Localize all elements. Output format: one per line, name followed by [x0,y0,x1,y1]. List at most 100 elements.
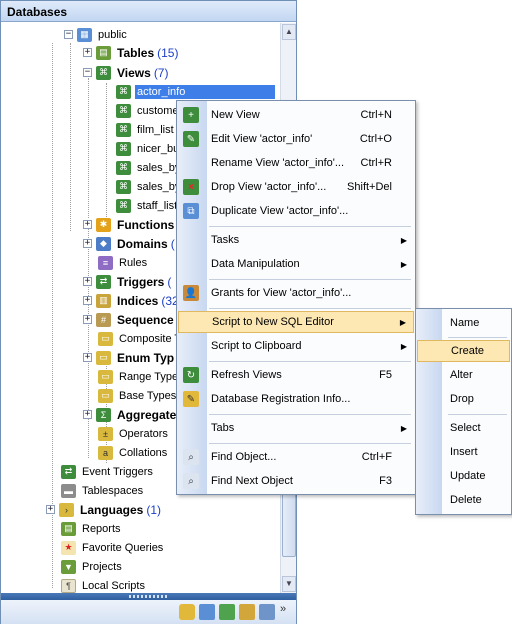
event-triggers-icon: ⇄ [61,464,76,479]
menu-item-grants[interactable]: 👤 Grants for View 'actor_info'... [178,282,414,304]
submenu-arrow-icon: ▶ [399,317,406,327]
filter-icon[interactable] [219,604,235,620]
tree-node-aggregates[interactable]: + Σ Aggregate [83,405,178,424]
menu-item-database-registration-info[interactable]: ✎ Database Registration Info... [178,388,414,410]
view-icon: ⌘ [116,141,131,156]
tree-node-composite-types[interactable]: ▭ Composite T [98,329,183,348]
menu-item-script-to-new-sql-editor[interactable]: Script to New SQL Editor ▶ [178,311,414,333]
menu-item-refresh-views[interactable]: ↻ Refresh Views F5 [178,364,414,386]
script-submenu: Name Create Alter Drop Select Insert Upd… [415,308,512,515]
tree-node-event-triggers[interactable]: ⇄ Event Triggers [61,462,155,481]
tree-node-projects[interactable]: ▼ Projects [61,557,124,576]
refresh-icon: ↻ [183,367,199,383]
collapse-icon[interactable]: − [83,68,92,77]
tree-node-views[interactable]: − ⌘ Views (7) [83,63,170,82]
find-icon: ⌕ [183,449,199,465]
menu-item-tabs[interactable]: Tabs ▶ [178,417,414,439]
table-icon[interactable] [239,604,255,620]
new-view-icon: + [183,107,199,123]
tree-node-languages[interactable]: + › Languages (1) [46,500,163,519]
grid-icon[interactable] [259,604,275,620]
collapse-icon[interactable]: − [64,30,73,39]
tree-node-triggers[interactable]: + ⇄ Triggers( [83,272,173,291]
submenu-item-alter[interactable]: Alter [417,364,510,386]
menu-item-duplicate-view[interactable]: ⧉ Duplicate View 'actor_info'... [178,200,414,222]
tree-node-domains[interactable]: + ◆ Domains( [83,234,177,253]
script-icon: ¶ [61,578,76,593]
indices-icon: ▥ [96,293,111,308]
chevron-more-icon[interactable]: » [280,603,286,615]
menu-item-edit-view[interactable]: ✎ Edit View 'actor_info' Ctrl+O [178,128,414,150]
submenu-item-name[interactable]: Name [417,312,510,334]
expand-icon[interactable]: + [83,296,92,305]
aggregates-icon: Σ [96,407,111,422]
submenu-item-select[interactable]: Select [417,417,510,439]
tree-node-reports[interactable]: ▤ Reports [61,519,123,538]
menu-item-new-view[interactable]: + New View Ctrl+N [178,104,414,126]
submenu-arrow-icon: ▶ [400,259,407,269]
tree-node-tables[interactable]: + ▤ Tables (15) [83,43,180,62]
expand-icon[interactable]: + [83,353,92,362]
composite-type-icon: ▭ [98,331,113,346]
operators-icon: ± [98,426,113,441]
expand-icon[interactable]: + [83,277,92,286]
scroll-up-icon[interactable]: ▲ [282,24,296,40]
context-menu: + New View Ctrl+N ✎ Edit View 'actor_inf… [176,100,416,495]
expand-icon[interactable]: + [46,505,55,514]
submenu-item-create[interactable]: Create [417,340,510,362]
tree-node-range-types[interactable]: ▭ Range Type [98,367,180,386]
rules-icon: ≡ [98,255,113,270]
tree-node-collations[interactable]: a Collations [98,443,169,462]
tree-node-base-types[interactable]: ▭ Base Types [98,386,178,405]
splitter-bar[interactable] [1,593,296,600]
sequences-icon: # [96,312,111,327]
find-next-icon: ⌕ [183,473,199,489]
tree-node-tablespaces[interactable]: ▬ Tablespaces [61,481,145,500]
grants-icon: 👤 [183,285,199,301]
projects-icon: ▼ [61,559,76,574]
duplicate-view-icon: ⧉ [183,203,199,219]
submenu-item-insert[interactable]: Insert [417,441,510,463]
menu-item-drop-view[interactable]: × Drop View 'actor_info'... Shift+Del [178,176,414,198]
submenu-item-update[interactable]: Update [417,465,510,487]
windows-icon[interactable] [199,604,215,620]
view-icon: ⌘ [116,84,131,99]
expand-icon[interactable]: + [83,315,92,324]
bottom-toolbar: » [1,600,296,624]
drop-view-icon: × [183,179,199,195]
tree-view-item[interactable]: ⌘ actor_info [116,82,275,101]
menu-item-data-manipulation[interactable]: Data Manipulation ▶ [178,253,414,275]
tree-node-public[interactable]: − ▦ public [64,25,129,44]
tree-node-enum-types[interactable]: + ▭ Enum Typ [83,348,176,367]
expand-icon[interactable]: + [83,239,92,248]
view-icon: ⌘ [116,179,131,194]
menu-item-rename-view[interactable]: Rename View 'actor_info'... Ctrl+R [178,152,414,174]
tree-node-favorite-queries[interactable]: ★ Favorite Queries [61,538,165,557]
registration-icon: ✎ [183,391,199,407]
expand-icon[interactable]: + [83,410,92,419]
tree-node-functions[interactable]: + ✱ Functions( [83,215,183,234]
menu-item-tasks[interactable]: Tasks ▶ [178,229,414,251]
expand-icon[interactable]: + [83,48,92,57]
menu-item-find-object[interactable]: ⌕ Find Object... Ctrl+F [178,446,414,468]
tree-node-operators[interactable]: ± Operators [98,424,170,443]
panel-title: Databases [1,1,296,22]
reports-icon: ▤ [61,521,76,536]
view-icon: ⌘ [116,122,131,137]
submenu-item-delete[interactable]: Delete [417,489,510,511]
menu-item-find-next-object[interactable]: ⌕ Find Next Object F3 [178,470,414,492]
tree-node-sequences[interactable]: + # Sequence [83,310,176,329]
scroll-down-icon[interactable]: ▼ [282,576,296,592]
tree-view-item[interactable]: ⌘ staff_list [116,196,179,215]
tree-node-rules[interactable]: ≡ Rules [98,253,149,272]
submenu-item-drop[interactable]: Drop [417,388,510,410]
expand-icon[interactable]: + [83,220,92,229]
menu-item-script-to-clipboard[interactable]: Script to Clipboard ▶ [178,335,414,357]
tree-node-local-scripts[interactable]: ¶ Local Scripts [61,576,147,593]
databases-icon[interactable] [179,604,195,620]
view-icon: ⌘ [116,198,131,213]
tree-node-indices[interactable]: + ▥ Indices (32 [83,291,181,310]
star-icon: ★ [61,540,76,555]
scrollbar-thumb[interactable] [282,493,296,557]
tree-view-item[interactable]: ⌘ film_list [116,120,176,139]
